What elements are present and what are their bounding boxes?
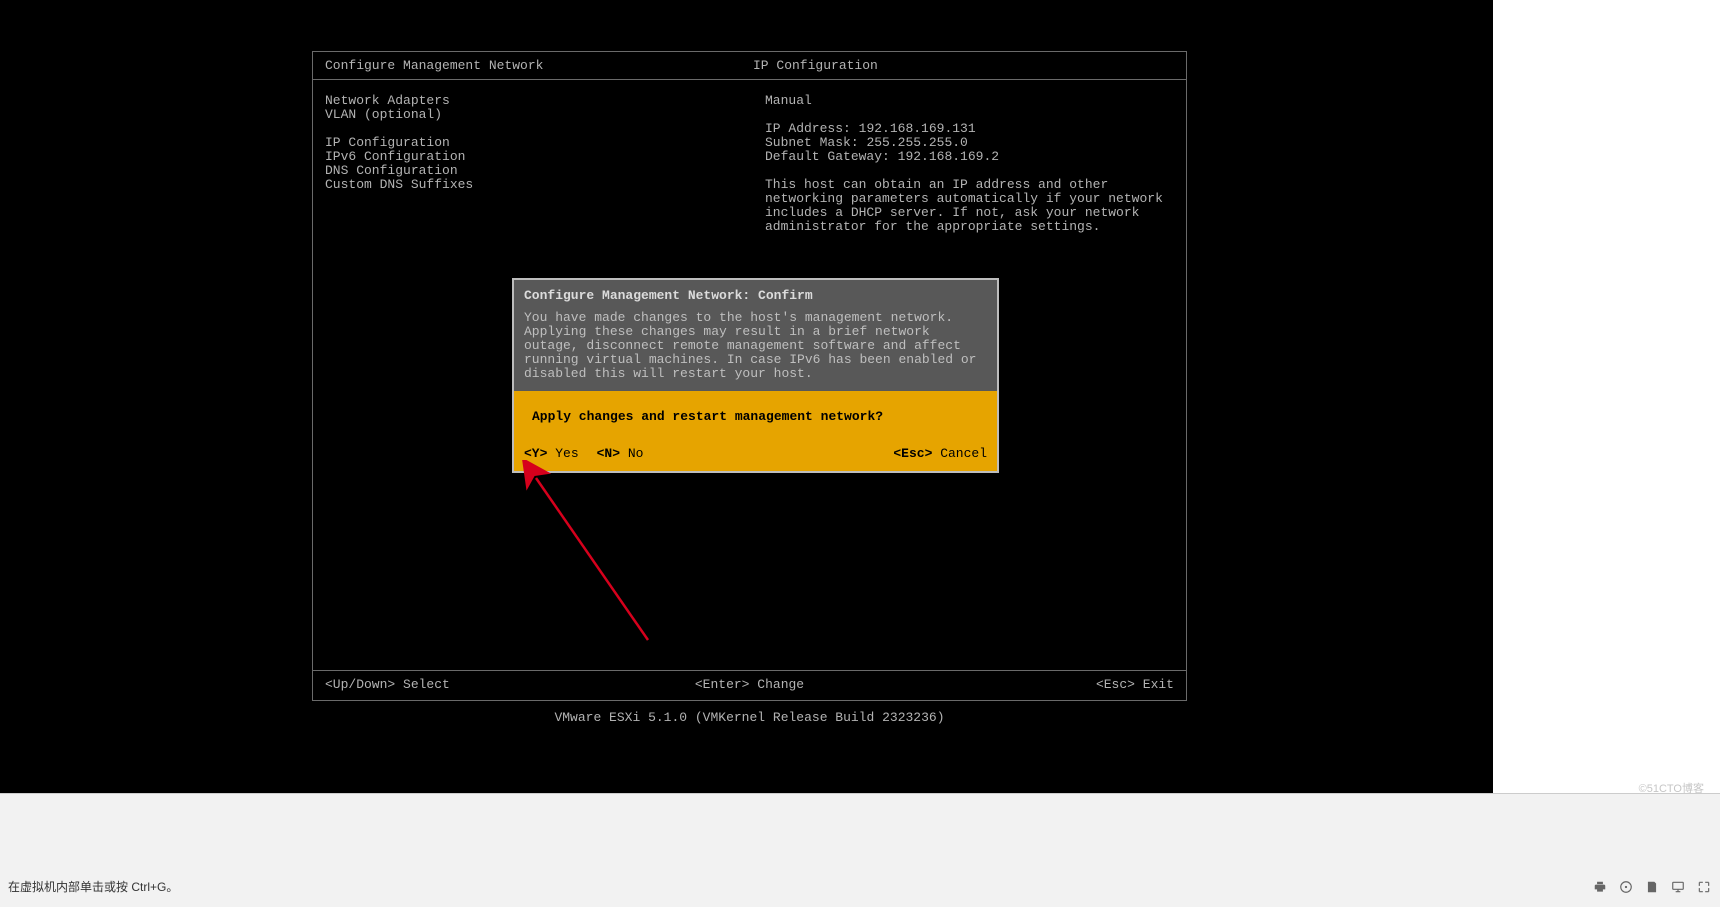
cd-icon[interactable]	[1618, 879, 1634, 895]
dialog-body-text: You have made changes to the host's mana…	[514, 307, 997, 391]
ip-address-label: IP Address:	[765, 121, 851, 136]
dialog-no-action[interactable]: <N> No	[597, 446, 644, 461]
subnet-mask-row: Subnet Mask: 255.255.255.0	[765, 136, 1174, 150]
sidebar-item-network-adapters[interactable]: Network Adapters	[325, 94, 741, 108]
sidebar-item-custom-dns[interactable]: Custom DNS Suffixes	[325, 178, 741, 192]
dialog-no-label: No	[628, 446, 644, 461]
panel-header: Configure Management Network IP Configur…	[313, 52, 1186, 80]
sidebar-item-ipv6-config[interactable]: IPv6 Configuration	[325, 150, 741, 164]
dialog-yes-action[interactable]: <Y> Yes	[524, 446, 579, 461]
vm-console: Configure Management Network IP Configur…	[0, 0, 1493, 793]
ip-description: This host can obtain an IP address and o…	[765, 178, 1174, 234]
dialog-action-area: Apply changes and restart management net…	[514, 391, 997, 471]
dialog-cancel-action[interactable]: <Esc> Cancel	[893, 446, 987, 461]
footer-key-esc: <Esc>	[1096, 677, 1135, 692]
printer-icon[interactable]	[1592, 879, 1608, 895]
esxi-version-text: VMware ESXi 5.1.0 (VMKernel Release Buil…	[312, 710, 1187, 725]
ip-mode: Manual	[765, 94, 1174, 108]
dialog-yes-key: <Y>	[524, 446, 547, 461]
subnet-mask-label: Subnet Mask:	[765, 135, 859, 150]
footer-key-updown: <Up/Down>	[325, 677, 395, 692]
panel-footer: <Up/Down> Select <Enter> Change <Esc> Ex…	[313, 670, 1186, 698]
dialog-cancel-key: <Esc>	[893, 446, 932, 461]
footer-hint-exit: <Esc> Exit	[891, 677, 1174, 692]
sidebar-item-vlan[interactable]: VLAN (optional)	[325, 108, 741, 122]
footer-hint-select: <Up/Down> Select	[325, 677, 608, 692]
sidebar-item-ip-config[interactable]: IP Configuration	[325, 136, 741, 150]
sidebar-item-dns-config[interactable]: DNS Configuration	[325, 164, 741, 178]
host-status-bar: 在虚拟机内部单击或按 Ctrl+G。	[0, 793, 1720, 907]
confirm-dialog: Configure Management Network: Confirm Yo…	[512, 278, 999, 473]
expand-icon[interactable]	[1696, 879, 1712, 895]
dialog-cancel-label: Cancel	[940, 446, 987, 461]
panel-title: Configure Management Network	[313, 58, 753, 73]
ip-address-row: IP Address: 192.168.169.131	[765, 122, 1174, 136]
ip-address-value: 192.168.169.131	[859, 121, 976, 136]
gateway-row: Default Gateway: 192.168.169.2	[765, 150, 1174, 164]
network-icon[interactable]	[1670, 879, 1686, 895]
panel-subtitle: IP Configuration	[753, 58, 878, 73]
footer-hint-change: <Enter> Change	[608, 677, 891, 692]
gateway-value: 192.168.169.2	[898, 149, 999, 164]
footer-label-select: Select	[403, 677, 450, 692]
dialog-no-key: <N>	[597, 446, 620, 461]
floppy-icon[interactable]	[1644, 879, 1660, 895]
dialog-actions: <Y> Yes <N> No <Esc> Cancel	[514, 438, 997, 471]
host-tray-icons	[1592, 879, 1712, 895]
host-hint-text: 在虚拟机内部单击或按 Ctrl+G。	[8, 878, 178, 895]
dialog-question: Apply changes and restart management net…	[514, 391, 997, 438]
dialog-yes-label: Yes	[555, 446, 578, 461]
dialog-title: Configure Management Network: Confirm	[514, 280, 997, 307]
footer-label-exit: Exit	[1143, 677, 1174, 692]
sidebar-spacer	[325, 122, 741, 136]
footer-key-enter: <Enter>	[695, 677, 750, 692]
subnet-mask-value: 255.255.255.0	[866, 135, 967, 150]
footer-label-change: Change	[757, 677, 804, 692]
gateway-label: Default Gateway:	[765, 149, 890, 164]
